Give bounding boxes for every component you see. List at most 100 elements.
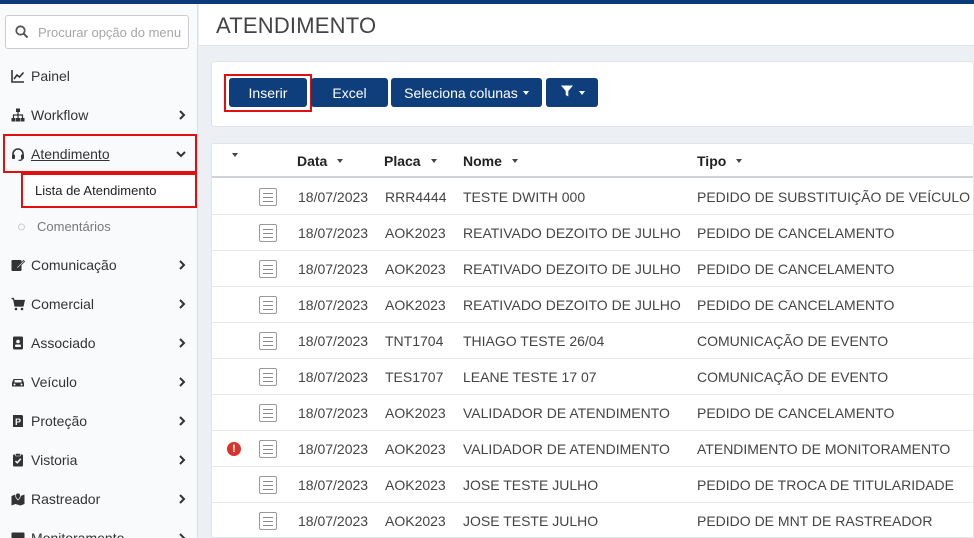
cell-nome: TESTE DWITH 000 <box>463 189 586 205</box>
cell-nome: LEANE TESTE 17 07 <box>463 369 597 385</box>
cell-placa: AOK2023 <box>385 297 446 313</box>
sidebar-item-vistoria[interactable]: Vistoria <box>0 440 197 479</box>
document-icon[interactable] <box>259 404 277 422</box>
alert-icon: ! <box>227 442 241 456</box>
column-header-placa[interactable]: Placa <box>384 153 437 169</box>
sidebar-item-label: Associado <box>31 334 96 351</box>
document-icon[interactable] <box>259 224 277 242</box>
sidebar-item-monitoramento[interactable]: Monitoramento <box>0 518 197 538</box>
sidebar-subitem-lista-de-atendimento[interactable]: Lista de Atendimento <box>21 173 197 208</box>
chevron-down-icon <box>176 149 186 159</box>
cell-nome: REATIVADO DEZOITO DE JULHO <box>463 261 681 277</box>
cell-placa: AOK2023 <box>385 477 446 493</box>
table-row[interactable]: 18/07/2023 AOK2023 JOSE TESTE JULHO PEDIDO … <box>212 467 973 503</box>
id-card-icon <box>11 336 25 350</box>
cell-data: 18/07/2023 <box>298 441 369 457</box>
sidebar-item-label: Rastreador <box>31 490 101 507</box>
sort-caret-icon <box>337 159 344 163</box>
headset-icon <box>11 147 25 161</box>
document-icon[interactable] <box>259 296 277 314</box>
search-icon <box>6 25 38 39</box>
sidebar-nav: Painel Workflow Atendimento Lista de Atendi… <box>0 56 197 538</box>
caret-down-icon <box>232 153 238 157</box>
cell-placa: AOK2023 <box>385 261 446 277</box>
column-header-tipo[interactable]: Tipo <box>697 153 743 169</box>
sidebar-item-comercial[interactable]: Comercial <box>0 284 197 323</box>
select-all-dropdown[interactable] <box>232 153 238 157</box>
table-row[interactable]: 18/07/2023 RRR4444 TESTE DWITH 000 PEDIDO D… <box>212 179 973 215</box>
cell-data: 18/07/2023 <box>298 369 369 385</box>
table-row[interactable]: 18/07/2023 TES1707 LEANE TESTE 17 07 COMUNI… <box>212 359 973 395</box>
cell-tipo: PEDIDO DE MNT DE RASTREADOR <box>697 513 933 529</box>
sort-caret-icon <box>430 159 437 163</box>
cell-placa: AOK2023 <box>385 441 446 457</box>
cell-tipo: PEDIDO DE CANCELAMENTO <box>697 405 895 421</box>
caret-down-icon <box>522 90 529 95</box>
column-header-data[interactable]: Data <box>297 153 344 169</box>
column-header-label: Nome <box>463 153 502 169</box>
table-row[interactable]: 18/07/2023 TNT1704 THIAGO TESTE 26/04 COMUN… <box>212 323 973 359</box>
table-row[interactable]: ! 18/07/2023 AOK2023 VALIDADOR DE ATENDIMEN… <box>212 431 973 467</box>
cell-data: 18/07/2023 <box>298 333 369 349</box>
cell-data: 18/07/2023 <box>298 261 369 277</box>
sidebar-item-workflow[interactable]: Workflow <box>0 95 197 134</box>
insert-button[interactable]: Inserir <box>229 78 307 107</box>
sidebar-subitem-label: Lista de Atendimento <box>35 183 157 198</box>
document-icon[interactable] <box>259 332 277 350</box>
column-header-nome[interactable]: Nome <box>463 153 518 169</box>
sidebar-item-associado[interactable]: Associado <box>0 323 197 362</box>
sidebar-item-label: Comercial <box>31 295 95 312</box>
sidebar-item-rastreador[interactable]: Rastreador <box>0 479 197 518</box>
menu-search-input[interactable] <box>38 24 188 40</box>
cell-data: 18/07/2023 <box>298 513 369 529</box>
filter-button[interactable] <box>546 78 598 107</box>
sidebar-item-comunicacao[interactable]: Comunicação <box>0 245 197 284</box>
chevron-right-icon <box>177 532 187 538</box>
sidebar-item-label: Painel <box>31 67 70 84</box>
cart-icon <box>11 297 25 311</box>
cell-tipo: PEDIDO DE CANCELAMENTO <box>697 225 895 241</box>
sidebar-item-label: Atendimento <box>31 145 110 162</box>
cell-tipo: PEDIDO DE CANCELAMENTO <box>697 297 895 313</box>
car-icon <box>11 375 25 389</box>
table-header: Data Placa Nome Tipo <box>212 144 973 178</box>
document-icon[interactable] <box>259 512 277 530</box>
cell-data: 18/07/2023 <box>298 225 369 241</box>
sidebar-item-veiculo[interactable]: Veículo <box>0 362 197 401</box>
menu-search[interactable] <box>5 15 189 49</box>
select-columns-label: Seleciona colunas <box>404 84 518 101</box>
table-row[interactable]: 18/07/2023 AOK2023 REATIVADO DEZOITO DE JU… <box>212 251 973 287</box>
sidebar-item-protecao[interactable]: P Proteção <box>0 401 197 440</box>
document-icon[interactable] <box>259 476 277 494</box>
sidebar-item-atendimento[interactable]: Atendimento <box>3 134 197 173</box>
chevron-right-icon <box>177 337 187 348</box>
cell-data: 18/07/2023 <box>298 297 369 313</box>
sidebar: Painel Workflow Atendimento Lista de Atendi… <box>0 4 198 538</box>
shield-icon: P <box>11 414 25 428</box>
document-icon[interactable] <box>259 368 277 386</box>
excel-button[interactable]: Excel <box>311 78 388 107</box>
cell-data: 18/07/2023 <box>298 477 369 493</box>
sidebar-subitem-comentarios[interactable]: Comentários <box>0 208 197 245</box>
insert-button-label: Inserir <box>248 84 288 101</box>
bullet-dot-icon <box>18 223 25 230</box>
cell-placa: AOK2023 <box>385 405 446 421</box>
document-icon[interactable] <box>259 188 277 206</box>
cell-placa: AOK2023 <box>385 513 446 529</box>
sidebar-subitem-label: Comentários <box>37 219 111 234</box>
cell-tipo: PEDIDO DE TROCA DE TITULARIDADE <box>697 477 954 493</box>
table-row[interactable]: 18/07/2023 AOK2023 REATIVADO DEZOITO DE JU… <box>212 287 973 323</box>
atendimento-table: Data Placa Nome Tipo 18/07/2023 RRR4444 TE… <box>211 143 974 538</box>
table-row[interactable]: 18/07/2023 AOK2023 JOSE TESTE JULHO PEDIDO … <box>212 503 973 537</box>
cell-nome: REATIVADO DEZOITO DE JULHO <box>463 297 681 313</box>
sidebar-item-painel[interactable]: Painel <box>0 56 197 95</box>
document-icon[interactable] <box>259 440 277 458</box>
table-row[interactable]: 18/07/2023 AOK2023 VALIDADOR DE ATENDIMENT… <box>212 395 973 431</box>
chevron-right-icon <box>177 493 187 504</box>
document-icon[interactable] <box>259 260 277 278</box>
cell-nome: JOSE TESTE JULHO <box>463 513 599 529</box>
cell-placa: AOK2023 <box>385 225 446 241</box>
select-columns-button[interactable]: Seleciona colunas <box>391 78 542 107</box>
table-row[interactable]: 18/07/2023 AOK2023 REATIVADO DEZOITO DE JU… <box>212 215 973 251</box>
excel-button-label: Excel <box>332 84 367 101</box>
